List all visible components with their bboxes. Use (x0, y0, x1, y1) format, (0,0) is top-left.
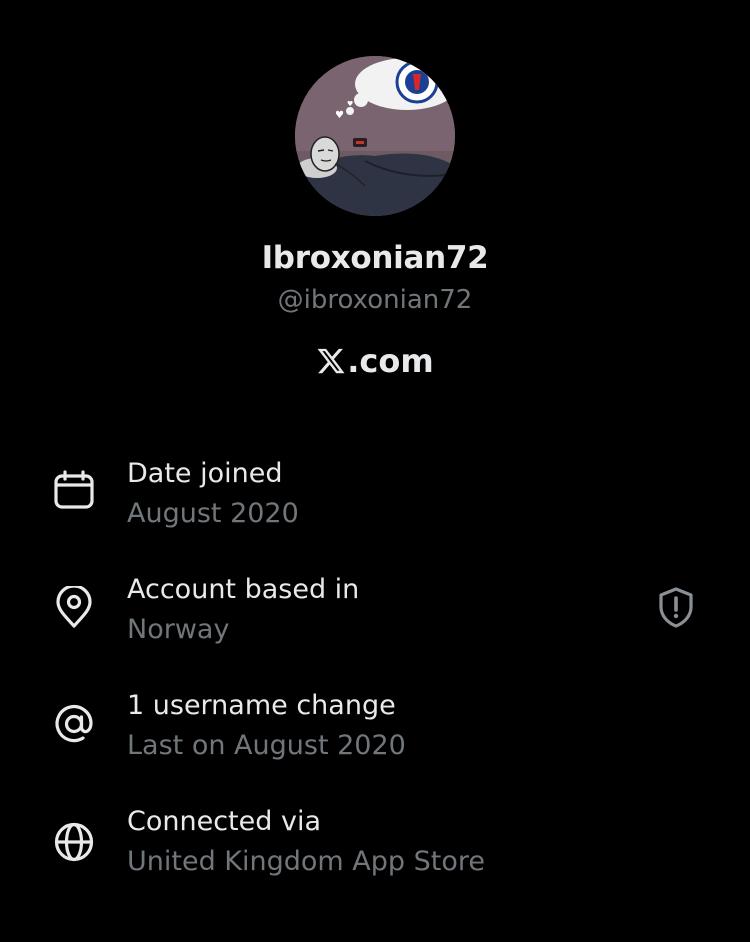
svg-text:♥: ♥ (347, 100, 353, 108)
detail-value: Last on August 2020 (127, 730, 406, 761)
calendar-icon (54, 470, 94, 509)
detail-username-change: 1 username change Last on August 2020 (0, 690, 750, 780)
x-logo-icon (317, 348, 345, 374)
detail-value: United Kingdom App Store (127, 846, 485, 877)
detail-label: Account based in (127, 574, 360, 605)
platform-domain: .com (347, 342, 434, 380)
shield-alert-icon[interactable] (656, 586, 696, 630)
detail-account-based-in: Account based in Norway (0, 574, 750, 664)
globe-icon (54, 822, 94, 862)
detail-connected-via: Connected via United Kingdom App Store (0, 806, 750, 896)
platform-label: .com (0, 342, 750, 380)
detail-label: Connected via (127, 806, 321, 837)
avatar-image: ♥ ♥ (295, 56, 455, 216)
profile-display-name: Ibroxonian72 (261, 240, 489, 276)
location-pin-icon (56, 586, 92, 628)
detail-value: August 2020 (127, 498, 299, 529)
detail-date-joined: Date joined August 2020 (0, 458, 750, 548)
profile-handle: @ibroxonian72 (277, 285, 473, 315)
profile-avatar[interactable]: ♥ ♥ (295, 56, 455, 216)
detail-label: Date joined (127, 458, 283, 489)
detail-label: 1 username change (127, 690, 396, 721)
detail-value: Norway (127, 614, 230, 645)
svg-text:♥: ♥ (335, 110, 344, 121)
at-sign-icon (55, 705, 93, 743)
